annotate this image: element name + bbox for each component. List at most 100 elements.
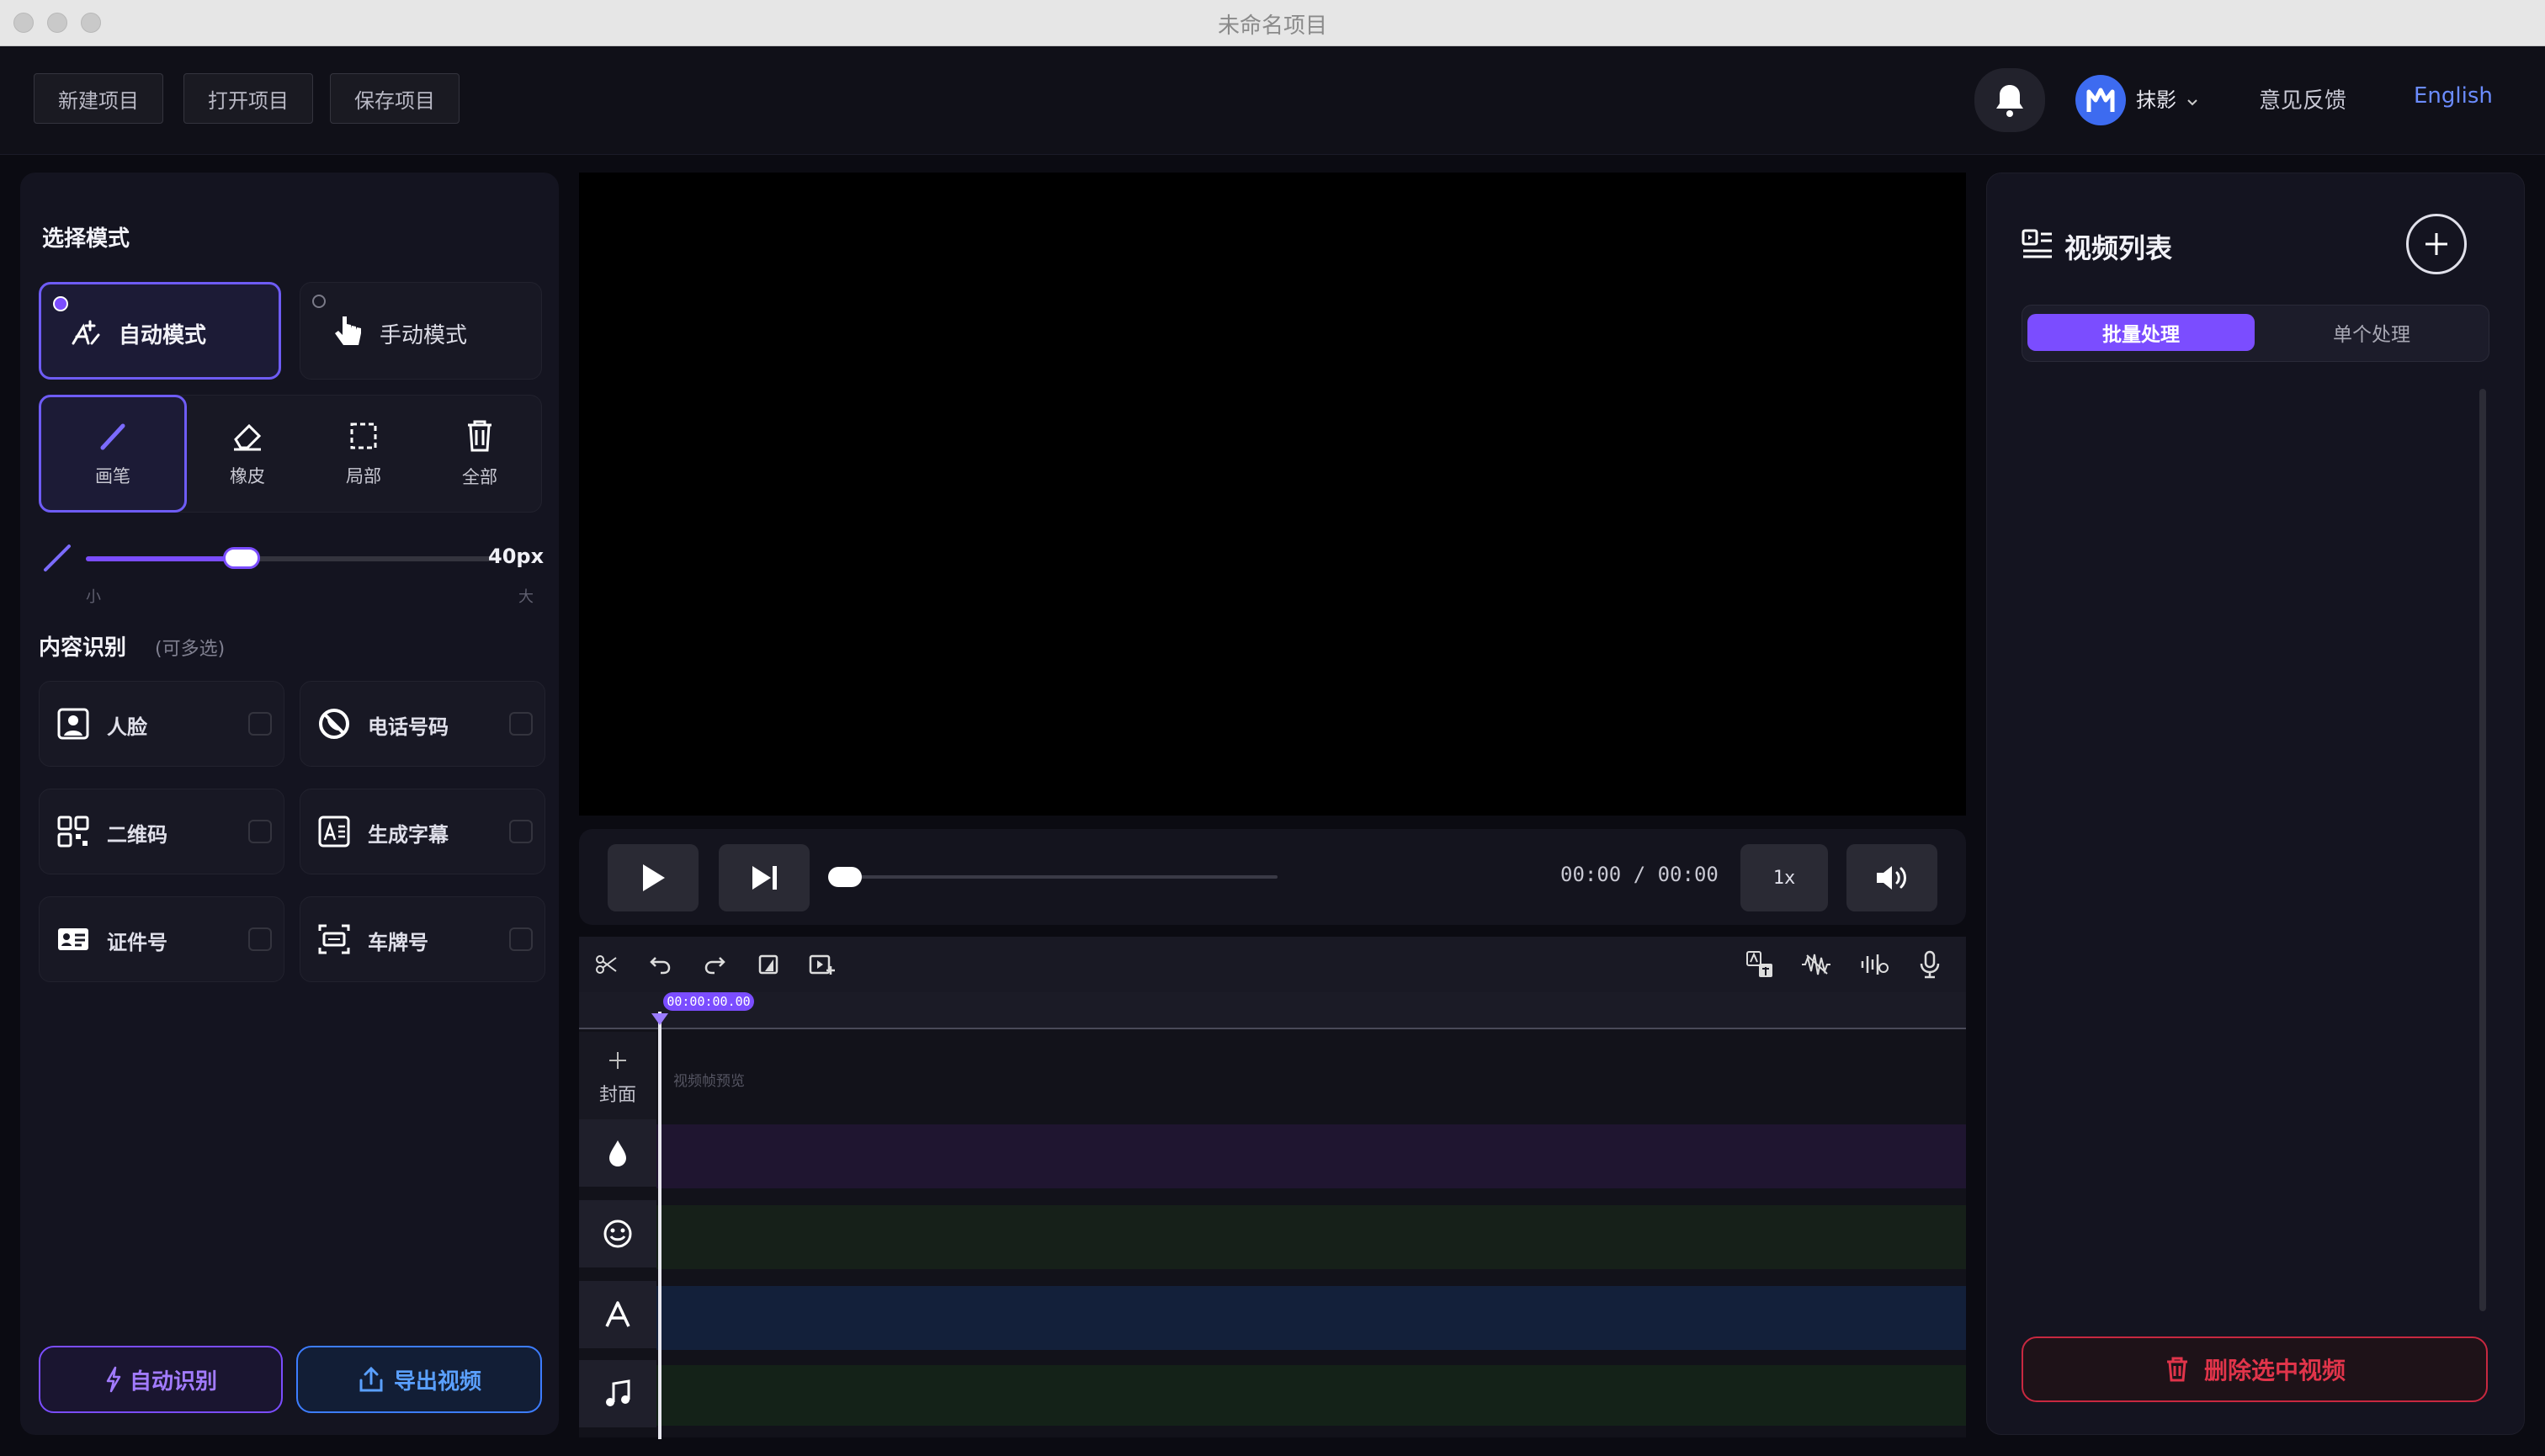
feature-qrcode[interactable]: 二维码	[39, 789, 284, 874]
noise-reduction-icon	[1802, 954, 1830, 975]
subtitle-icon	[318, 816, 350, 848]
clear-all-label: 全部	[462, 467, 497, 487]
video-list-title: 视频列表	[2064, 232, 2173, 264]
audio-wave-icon	[1861, 954, 1889, 975]
feature-face-checkbox[interactable]	[248, 712, 272, 736]
feedback-link[interactable]: 意见反馈	[2259, 83, 2346, 114]
translate-button[interactable]	[1740, 945, 1779, 984]
volume-button[interactable]	[1846, 844, 1937, 911]
playhead-marker-icon[interactable]	[650, 1012, 670, 1027]
auto-mode-option[interactable]: 自动模式	[39, 282, 281, 380]
user-avatar[interactable]	[2075, 75, 2126, 125]
eraser-label: 橡皮	[230, 466, 265, 486]
feature-plate-checkbox[interactable]	[509, 927, 533, 951]
region-tool[interactable]: 局部	[310, 395, 417, 513]
app-header: 新建项目 打开项目 保存项目 抹影 意见反馈 English	[0, 46, 2545, 155]
face-icon	[57, 708, 89, 740]
undo-button[interactable]	[641, 945, 680, 984]
username[interactable]: 抹影	[2136, 83, 2176, 113]
text-icon	[605, 1301, 630, 1327]
timeline-ruler[interactable]: 00:00:00.00	[579, 992, 1966, 1029]
left-panel: 选择模式 自动模式 手动模式 画笔 橡皮 局部 全部 40px 小 大 内容识别…	[20, 173, 559, 1435]
voice-record-button[interactable]	[1910, 945, 1949, 984]
feature-id-card-checkbox[interactable]	[248, 927, 272, 951]
size-min-label: 小	[86, 588, 101, 606]
redo-button[interactable]	[695, 945, 734, 984]
open-project-button[interactable]: 打开项目	[183, 73, 313, 124]
brush-tool[interactable]: 画笔	[39, 395, 187, 513]
tab-single[interactable]: 单个处理	[2258, 314, 2485, 351]
tab-batch[interactable]: 批量处理	[2027, 314, 2255, 351]
play-button[interactable]	[608, 844, 699, 911]
right-panel: 视频列表	[1986, 173, 2525, 1435]
clear-all-tool[interactable]: 全部	[426, 395, 534, 513]
chevron-down-icon[interactable]	[2186, 98, 2198, 107]
smiley-icon	[603, 1220, 632, 1248]
text-track-header[interactable]	[579, 1281, 656, 1348]
manual-mode-label: 手动模式	[380, 323, 468, 348]
add-clip-button[interactable]	[803, 945, 842, 984]
export-video-button[interactable]: 导出视频	[296, 1346, 542, 1413]
lightning-icon	[106, 1366, 121, 1393]
brush-size-slider[interactable]	[86, 547, 495, 569]
player-controls: 00:00 / 00:00 1x	[579, 829, 1966, 925]
mode-title: 选择模式	[42, 226, 130, 252]
qrcode-icon	[57, 816, 89, 848]
title-bar: 未命名项目	[0, 0, 2545, 46]
brush-icon	[100, 423, 125, 450]
license-plate-icon	[318, 924, 350, 954]
playhead-line[interactable]	[658, 1012, 661, 1439]
notification-button[interactable]	[1974, 68, 2045, 132]
music-track-header[interactable]	[579, 1360, 656, 1427]
feature-qrcode-checkbox[interactable]	[248, 820, 272, 843]
new-project-button[interactable]: 新建项目	[34, 73, 163, 124]
manual-mode-option[interactable]: 手动模式	[300, 282, 542, 380]
feature-subtitle[interactable]: 生成字幕	[300, 789, 545, 874]
feature-id-card[interactable]: 证件号	[39, 896, 284, 982]
feature-phone-checkbox[interactable]	[509, 712, 533, 736]
add-media-icon	[809, 954, 835, 975]
feature-id-card-label: 证件号	[107, 931, 167, 954]
eraser-tool[interactable]: 橡皮	[194, 395, 301, 513]
music-note-icon	[606, 1379, 630, 1406]
text-track[interactable]	[656, 1286, 1966, 1350]
cut-button[interactable]	[587, 945, 626, 984]
audio-separate-button[interactable]	[1855, 945, 1894, 984]
save-project-button[interactable]: 保存项目	[330, 73, 460, 124]
add-video-button[interactable]	[2406, 214, 2467, 274]
mask-track-header[interactable]	[579, 1119, 656, 1187]
cover-slot[interactable]: 封面	[579, 1032, 656, 1124]
radio-unselected-icon	[312, 295, 326, 308]
phone-block-icon	[319, 709, 349, 739]
speed-button[interactable]: 1x	[1740, 844, 1828, 911]
mask-track[interactable]	[656, 1124, 1966, 1188]
timeline-toolbar	[579, 937, 1966, 992]
feature-plate[interactable]: 车牌号	[300, 896, 545, 982]
scissors-icon	[596, 955, 617, 974]
feature-plate-label: 车牌号	[368, 931, 428, 954]
delete-selected-button[interactable]: 删除选中视频	[2022, 1336, 2488, 1402]
feature-subtitle-checkbox[interactable]	[509, 820, 533, 843]
auto-magic-icon	[72, 320, 100, 345]
feature-face[interactable]: 人脸	[39, 681, 284, 767]
language-switch[interactable]: English	[2414, 83, 2493, 109]
music-track[interactable]	[656, 1365, 1966, 1426]
video-list-scrollbar[interactable]	[2479, 389, 2486, 1311]
progress-bar[interactable]	[828, 867, 1278, 887]
sticker-track-header[interactable]	[579, 1200, 656, 1267]
crop-button[interactable]	[749, 945, 788, 984]
feature-phone[interactable]: 电话号码	[300, 681, 545, 767]
sticker-track[interactable]	[656, 1205, 1966, 1269]
crop-icon	[758, 954, 778, 975]
auto-detect-button[interactable]: 自动识别	[39, 1346, 283, 1413]
brush-size-handle[interactable]	[223, 547, 260, 569]
video-preview[interactable]	[579, 173, 1966, 816]
bell-icon	[1996, 85, 2023, 117]
progress-handle[interactable]	[828, 867, 862, 887]
brush-size-icon	[44, 545, 71, 571]
feature-qrcode-label: 二维码	[107, 823, 167, 847]
denoise-button[interactable]	[1798, 945, 1836, 984]
next-frame-button[interactable]	[719, 844, 810, 911]
plus-icon	[2425, 233, 2447, 255]
brush-size-value: 40px	[488, 545, 545, 568]
